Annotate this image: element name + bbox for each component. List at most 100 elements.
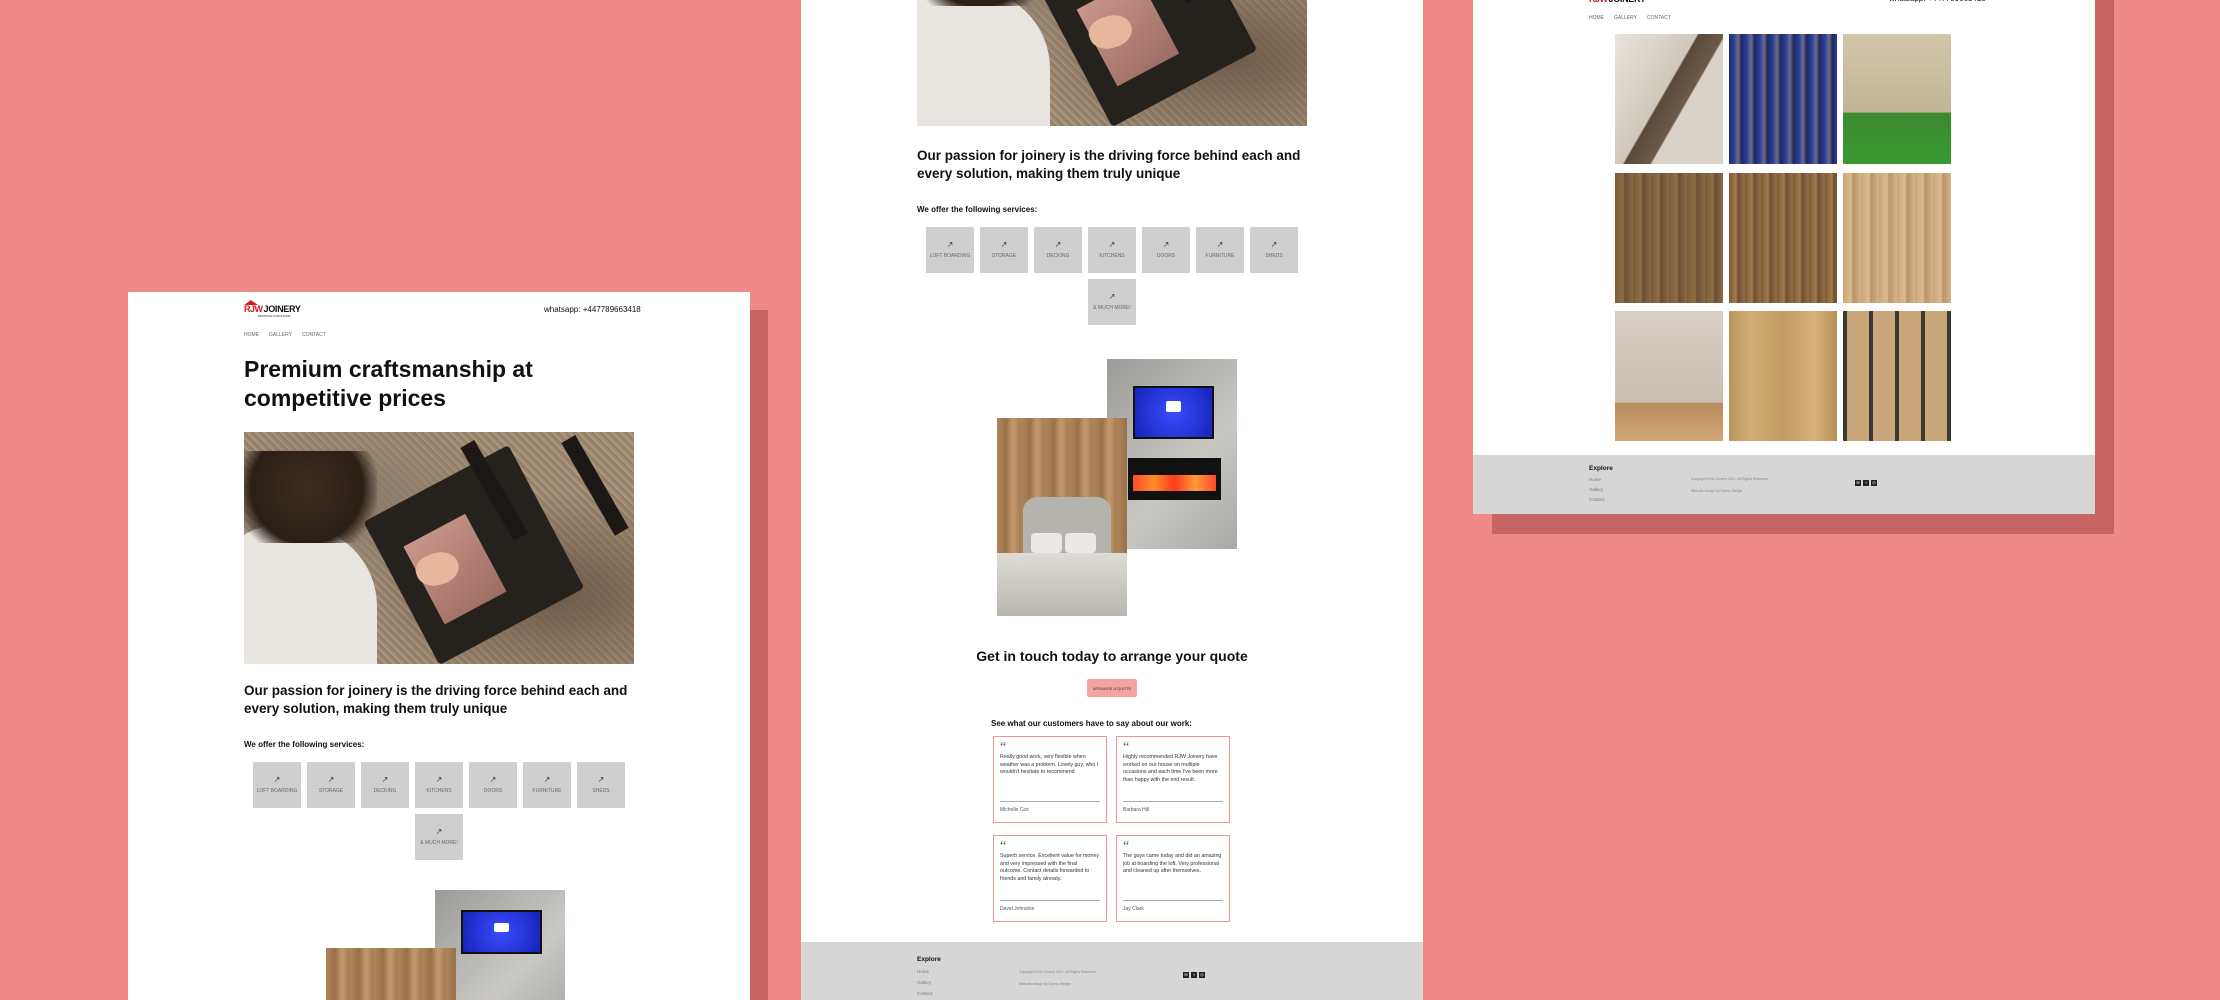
services-heading: We offer the following services: (917, 205, 1038, 214)
email-icon[interactable]: ✉ (1855, 480, 1861, 486)
logo[interactable]: RJW JOINERY BESPOKE FURNITURE (244, 300, 301, 318)
arrow-icon: ↗ (489, 775, 497, 784)
designer-credit[interactable]: Website design by Sherry Weiger (1691, 489, 1743, 493)
email-icon[interactable]: ✉ (1183, 972, 1189, 978)
nav-gallery[interactable]: GALLERY (269, 332, 292, 338)
nav-home[interactable]: HOME (1589, 15, 1604, 21)
service-storage[interactable]: ↗ STORAGE (980, 227, 1028, 273)
services-grid: ↗ LOFT BOARDING ↗ STORAGE ↗ DECKING ↗ KITCHE… (917, 227, 1307, 325)
footer-link-contact[interactable]: Contact (917, 991, 933, 996)
whatsapp-contact[interactable]: whatsapp: +447789663418 (1889, 0, 1986, 3)
social-links: ✉ f ◎ (1183, 972, 1205, 978)
hero-image (244, 432, 634, 664)
instagram-icon[interactable]: ◎ (1871, 480, 1877, 486)
arrow-icon: ↗ (1216, 240, 1224, 249)
service-furniture[interactable]: ↗ FURNITURE (1196, 227, 1244, 273)
arrow-icon: ↗ (1162, 240, 1170, 249)
service-storage[interactable]: ↗ STORAGE (307, 762, 355, 808)
testimonial-card: “ Highly recommended RJW Joinery have wo… (1116, 736, 1230, 823)
arrow-icon: ↗ (1054, 240, 1062, 249)
nav-contact[interactable]: CONTACT (302, 332, 326, 338)
service-loft-boarding[interactable]: ↗ LOFT BOARDING (926, 227, 974, 273)
gallery-image-fence[interactable] (1729, 173, 1837, 303)
gallery-image-wardrobe[interactable] (1729, 34, 1837, 164)
quote-icon: “ (1123, 740, 1130, 755)
service-doors[interactable]: ↗ DOORS (469, 762, 517, 808)
nav-home[interactable]: HOME (244, 332, 259, 338)
logo-roof-icon (244, 300, 258, 305)
service-sheds[interactable]: ↗ SHEDS (577, 762, 625, 808)
nav-contact[interactable]: CONTACT (1647, 15, 1671, 21)
service-kitchens[interactable]: ↗ KITCHENS (1088, 227, 1136, 273)
service-much-more[interactable]: ↗ & MUCH MORE! (415, 814, 463, 860)
gallery-image-decking[interactable] (1843, 311, 1951, 441)
arrow-icon: ↗ (543, 775, 551, 784)
services-heading: We offer the following services: (244, 740, 365, 749)
screenshot-home-bottom: Our passion for joinery is the driving f… (801, 0, 1423, 1000)
arrow-icon: ↗ (1000, 240, 1008, 249)
intro-text: Our passion for joinery is the driving f… (244, 683, 628, 716)
designer-credit[interactable]: Website design by Sherry Weiger (1019, 982, 1071, 986)
arrow-icon: ↗ (946, 240, 954, 249)
quote-icon: “ (1000, 740, 1007, 755)
arrow-icon: ↗ (1270, 240, 1278, 249)
facebook-icon[interactable]: f (1191, 972, 1197, 978)
testimonial-card: “ The guys came today and did an amazing… (1116, 835, 1230, 922)
copyright-text: Copyright RJW Joinery 2021, All Rights R… (1019, 970, 1097, 974)
gallery-image-gate-single[interactable] (1843, 173, 1951, 303)
facebook-icon[interactable]: f (1863, 480, 1869, 486)
footer: Explore Home Gallery Contact Copyright R… (1473, 455, 2095, 514)
service-much-more[interactable]: ↗ & MUCH MORE! (1088, 279, 1136, 325)
bedroom-photo (997, 418, 1127, 616)
nav-gallery[interactable]: GALLERY (1614, 15, 1637, 21)
service-doors[interactable]: ↗ DOORS (1142, 227, 1190, 273)
footer-link-home[interactable]: Home (917, 969, 929, 974)
nav-menu: HOME GALLERY CONTACT (244, 332, 326, 338)
arrow-icon: ↗ (327, 775, 335, 784)
hero-image (917, 0, 1307, 126)
footer-explore-heading: Explore (1589, 465, 1613, 472)
arrow-icon: ↗ (1108, 240, 1116, 249)
arrow-icon: ↗ (1108, 292, 1116, 301)
social-links: ✉ f ◎ (1855, 480, 1877, 486)
service-furniture[interactable]: ↗ FURNITURE (523, 762, 571, 808)
service-sheds[interactable]: ↗ SHEDS (1250, 227, 1298, 273)
screenshot-gallery: RJW JOINERY whatsapp: +447789663418 HOME… (1473, 0, 2095, 514)
arrow-icon: ↗ (273, 775, 281, 784)
arrow-icon: ↗ (435, 775, 443, 784)
screenshot-home-top: RJW JOINERY BESPOKE FURNITURE whatsapp: … (128, 292, 750, 1000)
gallery-image-summerhouse[interactable] (1843, 34, 1951, 164)
bedroom-photo (326, 948, 456, 1000)
testimonials-heading: See what our customers have to say about… (991, 719, 1192, 728)
footer: Explore Home Gallery Contact Copyright R… (801, 942, 1423, 1000)
service-kitchens[interactable]: ↗ KITCHENS (415, 762, 463, 808)
gallery-image-understairs[interactable] (1615, 34, 1723, 164)
gallery-image-cupboard[interactable] (1729, 311, 1837, 441)
arrow-icon: ↗ (435, 827, 443, 836)
copyright-text: Copyright RJW Joinery 2021, All Rights R… (1691, 477, 1769, 481)
arrange-quote-button[interactable]: ARRANGE A QUOTE (1087, 679, 1137, 697)
contact-heading: Get in touch today to arrange your quote (976, 648, 1248, 664)
arrow-icon: ↗ (381, 775, 389, 784)
footer-link-contact[interactable]: Contact (1589, 497, 1605, 502)
whatsapp-contact[interactable]: whatsapp: +447789663418 (544, 305, 641, 314)
nav-menu: HOME GALLERY CONTACT (1589, 15, 1671, 21)
intro-text: Our passion for joinery is the driving f… (917, 148, 1301, 181)
arrow-icon: ↗ (597, 775, 605, 784)
footer-link-home[interactable]: Home (1589, 477, 1601, 482)
gallery-image-gate-double[interactable] (1615, 173, 1723, 303)
quote-icon: “ (1123, 839, 1130, 854)
service-decking[interactable]: ↗ DECKING (1034, 227, 1082, 273)
testimonial-card: “ Really good work, very flexible when w… (993, 736, 1107, 823)
testimonial-card: “ Superb service. Excellent value for mo… (993, 835, 1107, 922)
service-loft-boarding[interactable]: ↗ LOFT BOARDING (253, 762, 301, 808)
footer-explore-heading: Explore (917, 956, 941, 963)
footer-link-gallery[interactable]: Gallery (917, 980, 931, 985)
gallery-image-loft[interactable] (1615, 311, 1723, 441)
services-grid: ↗ LOFT BOARDING ↗ STORAGE ↗ DECKING ↗ KITCHE… (244, 762, 634, 860)
service-decking[interactable]: ↗ DECKING (361, 762, 409, 808)
footer-link-gallery[interactable]: Gallery (1589, 487, 1603, 492)
quote-icon: “ (1000, 839, 1007, 854)
logo[interactable]: RJW JOINERY (1589, 0, 1646, 4)
instagram-icon[interactable]: ◎ (1199, 972, 1205, 978)
